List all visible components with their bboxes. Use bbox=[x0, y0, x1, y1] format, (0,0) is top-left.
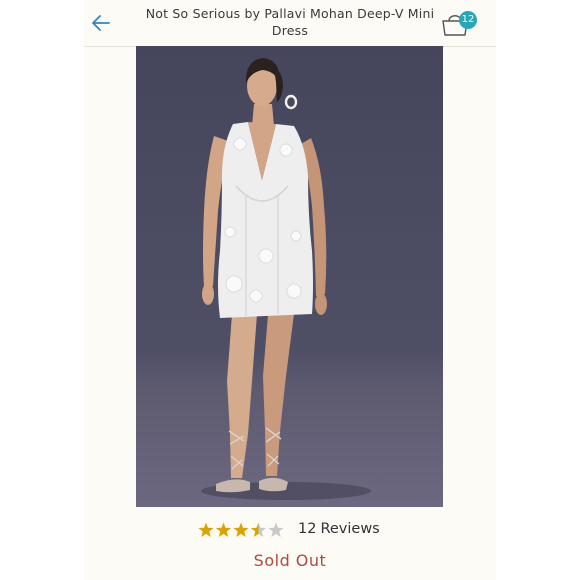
app-screen: Not So Serious by Pallavi Mohan Deep-V M… bbox=[84, 0, 496, 580]
product-image[interactable] bbox=[136, 46, 443, 507]
sold-out-status: Sold Out bbox=[253, 551, 327, 570]
reviews-link[interactable]: 12 Reviews bbox=[298, 521, 380, 537]
star-icon bbox=[233, 522, 249, 537]
shopping-bag-button[interactable]: 12 bbox=[440, 8, 480, 38]
review-count: 12 bbox=[298, 521, 317, 537]
top-bar: Not So Serious by Pallavi Mohan Deep-V M… bbox=[84, 0, 496, 47]
cart-count-badge: 12 bbox=[459, 11, 477, 29]
star-icon bbox=[198, 522, 214, 537]
rating-row[interactable]: 12 Reviews bbox=[84, 516, 496, 544]
star-icon bbox=[215, 522, 232, 537]
reviews-label: Reviews bbox=[320, 521, 380, 537]
star-icon bbox=[250, 522, 267, 537]
star-rating bbox=[198, 522, 284, 537]
product-title: Not So Serious by Pallavi Mohan Deep-V M… bbox=[145, 6, 435, 38]
arrow-left-icon bbox=[92, 15, 110, 31]
back-button[interactable] bbox=[90, 12, 112, 34]
star-icon bbox=[268, 522, 284, 537]
product-photo-illustration bbox=[201, 58, 371, 500]
